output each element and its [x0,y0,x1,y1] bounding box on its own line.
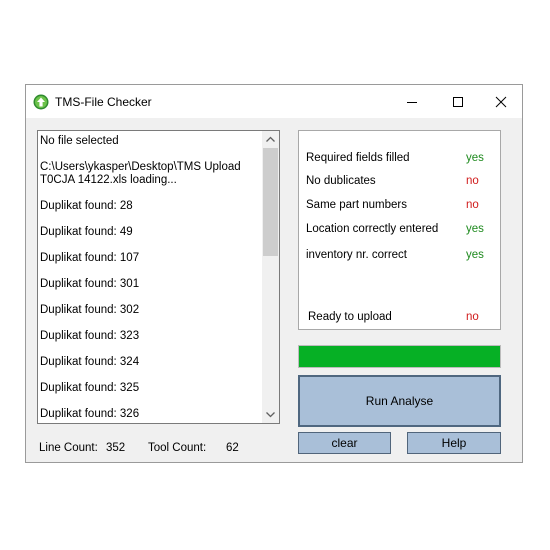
log-line: Duplikat found: 107 [40,252,140,264]
close-button[interactable] [478,85,524,118]
scroll-thumb[interactable] [263,148,278,256]
status-label: Location correctly entered [306,223,439,235]
close-icon [495,96,507,108]
maximize-icon [453,97,463,107]
log-line: C:\Users\ykasper\Desktop\TMS Upload [40,161,241,173]
title-bar[interactable]: TMS-File Checker [26,85,522,118]
run-analyse-button[interactable]: Run Analyse [298,375,501,427]
progress-fill [299,346,500,367]
status-value: yes [466,223,484,235]
minimize-icon [407,102,417,103]
log-scrollbar[interactable] [262,131,279,423]
log-line: T0CJA 14122.xls loading... [40,174,177,186]
status-label: No dublicates [306,175,376,187]
chevron-up-icon [266,136,275,142]
status-value: yes [466,152,484,164]
minimize-button[interactable] [389,85,435,118]
status-value: no [466,199,479,211]
status-value: yes [466,249,484,261]
clear-button[interactable]: clear [298,432,391,454]
ready-label: Ready to upload [308,311,392,323]
help-button[interactable]: Help [407,432,501,454]
status-label: Required fields filled [306,152,410,164]
maximize-button[interactable] [435,85,481,118]
log-line: Duplikat found: 301 [40,278,140,290]
ready-value: no [466,311,479,323]
log-line: Duplikat found: 302 [40,304,140,316]
line-count-value: 352 [106,442,126,454]
app-icon [33,94,49,110]
log-line: Duplikat found: 28 [40,200,133,212]
log-line: Duplikat found: 325 [40,382,140,394]
status-panel: Required fields filled yes No dublicates… [298,130,501,330]
status-value: no [466,175,479,187]
scroll-down-button[interactable] [262,406,279,423]
log-line: Duplikat found: 326 [40,408,140,420]
log-textbox[interactable]: No file selected C:\Users\ykasper\Deskto… [37,130,280,424]
scroll-up-button[interactable] [262,131,279,148]
tool-count-value: 62 [226,442,239,454]
log-line: No file selected [40,135,119,147]
log-line: Duplikat found: 49 [40,226,133,238]
status-label: inventory nr. correct [306,249,407,261]
app-window: TMS-File Checker No file selected C:\Use… [25,84,523,463]
line-count-label: Line Count: [39,442,98,454]
window-title: TMS-File Checker [55,95,152,109]
status-label: Same part numbers [306,199,407,211]
log-line: Duplikat found: 324 [40,356,140,368]
log-line: Duplikat found: 323 [40,330,140,342]
progress-bar [298,345,501,368]
tool-count-label: Tool Count: [148,442,207,454]
chevron-down-icon [266,412,275,418]
